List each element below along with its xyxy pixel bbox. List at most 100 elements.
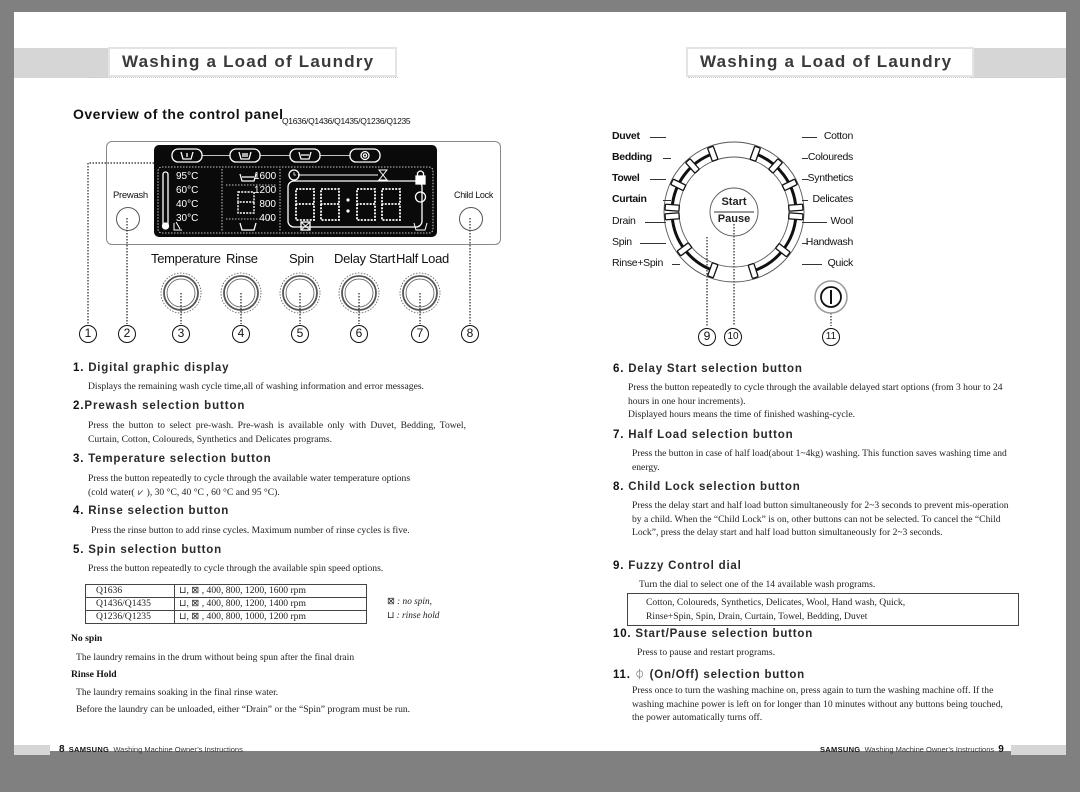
section-number: 9. bbox=[613, 560, 625, 572]
overview-title: Overview of the control panel bbox=[73, 106, 284, 122]
dial-program-label: Drain bbox=[612, 215, 636, 227]
section-3-body-line2b: ), 30 °C, 40 °C , 60 °C and 95 °C). bbox=[146, 486, 280, 498]
temp-30: 30°C bbox=[176, 213, 199, 224]
spin-400: 400 bbox=[259, 213, 276, 224]
dial-leader-line bbox=[802, 222, 828, 223]
dial-leader-line bbox=[672, 264, 680, 265]
section-1-title: 1. Digital graphic display bbox=[73, 362, 229, 374]
no-spin-icon: ⊠ bbox=[191, 611, 200, 622]
table-row: Q1236/Q1235 ⊔, ⊠ , 400, 800, 1000, 1200 r… bbox=[85, 610, 367, 624]
section-9-body: Turn the dial to select one of the 14 av… bbox=[639, 579, 876, 590]
section-3-title: 3. Temperature selection button bbox=[73, 453, 271, 465]
table-row: Q1636 ⊔, ⊠ , 400, 800, 1200, 1600 rpm bbox=[85, 584, 367, 598]
section-7-body: Press the button in case of half load(ab… bbox=[632, 448, 1007, 473]
dial-program-label: Quick bbox=[827, 257, 854, 269]
callout-10: 10 bbox=[724, 328, 742, 346]
section-8-body: Press the delay start and half load butt… bbox=[632, 500, 1009, 538]
callout-5: 5 bbox=[291, 325, 309, 343]
section-11-body: Press once to turn the washing machine o… bbox=[632, 685, 1003, 723]
footer-band-right bbox=[1011, 745, 1066, 755]
section-number: 1. bbox=[73, 362, 85, 374]
dial-program-label: Cotton bbox=[823, 130, 853, 142]
callout-9: 9 bbox=[698, 328, 716, 346]
speeds-text: , 400, 800, 1000, 1200 rpm bbox=[201, 611, 306, 622]
page-title-left: Washing a Load of Laundry bbox=[108, 47, 397, 77]
page-number-left: 8 bbox=[59, 744, 65, 755]
dial-leader-line bbox=[802, 243, 808, 244]
rinse-hold-icon: ⊔ bbox=[179, 611, 187, 622]
rinse-hold-title: Rinse Hold bbox=[71, 669, 117, 680]
dial-leader-line bbox=[662, 158, 671, 159]
dial-program-label: Bedding bbox=[612, 151, 652, 163]
prewash-button[interactable] bbox=[116, 207, 140, 231]
footer-right: SAMSUNG Washing Machine Owner’s Instruct… bbox=[820, 744, 1004, 755]
temperature-list: 95°C 60°C 40°C 30°C bbox=[176, 170, 198, 226]
section-5-title: 5. Spin selection button bbox=[73, 544, 222, 556]
section-number: 6. bbox=[613, 363, 625, 375]
callout-2: 2 bbox=[118, 325, 136, 343]
speeds-cell: ⊔, ⊠ , 400, 800, 1200, 1400 rpm bbox=[174, 597, 367, 611]
section-4-body: Press the rinse button to add rinse cycl… bbox=[91, 525, 410, 536]
no-spin-icon: ⊠ bbox=[191, 585, 200, 596]
brand-right: SAMSUNG bbox=[820, 745, 861, 754]
brand-left: SAMSUNG bbox=[68, 745, 110, 754]
temp-40: 40°C bbox=[176, 199, 199, 210]
section-number: 2. bbox=[73, 400, 85, 412]
callout-7: 7 bbox=[411, 325, 429, 343]
dial-program-label: Synthetics bbox=[807, 172, 854, 184]
half-load-label: Half Load bbox=[396, 251, 449, 266]
section-5-body: Press the button repeatedly to cycle thr… bbox=[88, 563, 384, 574]
section-11-title: 11. ⏀ (On/Off) selection button bbox=[613, 666, 805, 681]
rinse-hold-body-1: The laundry remains soaking in the final… bbox=[76, 687, 279, 698]
dial-leader-line bbox=[802, 137, 817, 138]
model-cell: Q1636 bbox=[85, 584, 175, 598]
section-heading: Spin selection button bbox=[88, 544, 222, 556]
spin-1200: 1200 bbox=[254, 185, 277, 196]
pause-label[interactable]: Pause bbox=[714, 213, 754, 225]
dial-program-label: Towel bbox=[612, 172, 640, 184]
overview-models: Q1636/Q1436/Q1435/Q1236/Q1235 bbox=[282, 116, 411, 126]
section-number: 4. bbox=[73, 505, 85, 517]
prewash-label: Prewash bbox=[113, 190, 148, 201]
section-3-body: Press the button repeatedly to cycle thr… bbox=[88, 472, 466, 499]
rinse-hold-body-2: Before the laundry can be unloaded, eith… bbox=[76, 704, 411, 715]
rinse-hold-icon: ⊔ bbox=[387, 611, 395, 621]
section-heading: (On/Off) selection button bbox=[649, 669, 806, 681]
start-label[interactable]: Start bbox=[716, 196, 752, 208]
temperature-label: Temperature bbox=[151, 251, 221, 266]
dial-program-label: Curtain bbox=[612, 193, 647, 205]
section-number: 5. bbox=[73, 544, 85, 556]
dial-program-label: Handwash bbox=[805, 236, 854, 248]
section-10-title: 10. Start/Pause selection button bbox=[613, 628, 813, 640]
section-heading: Digital graphic display bbox=[88, 362, 230, 374]
model-cell: Q1436/Q1435 bbox=[85, 597, 175, 611]
section-8-title: 8. Child Lock selection button bbox=[613, 481, 801, 493]
child-lock-button[interactable] bbox=[459, 207, 483, 231]
speeds-cell: ⊔, ⊠ , 400, 800, 1200, 1600 rpm bbox=[174, 584, 367, 598]
callout-3: 3 bbox=[172, 325, 190, 343]
delay-start-label: Delay Start bbox=[334, 251, 396, 266]
digital-graphic-display: 95°C 60°C 40°C 30°C 1600 1200 800 400 bbox=[154, 145, 437, 237]
section-10-body: Press to pause and restart programs. bbox=[637, 647, 776, 658]
dial-leader-line bbox=[802, 200, 808, 201]
spin-speed-table: Q1636 ⊔, ⊠ , 400, 800, 1200, 1600 rpm Q14… bbox=[85, 584, 367, 624]
section-2-body: Press the button to select pre-wash. Pre… bbox=[88, 420, 466, 445]
dial-leader-line bbox=[662, 200, 671, 201]
speeds-cell: ⊔, ⊠ , 400, 800, 1000, 1200 rpm bbox=[174, 610, 367, 624]
section-heading: Half Load selection button bbox=[628, 429, 794, 441]
temp-95: 95°C bbox=[176, 171, 199, 182]
section-heading: Rinse selection button bbox=[88, 505, 230, 517]
header-divider-left bbox=[88, 77, 398, 78]
dial-leader-line bbox=[650, 179, 666, 180]
power-icon: ⏀ bbox=[634, 670, 646, 681]
legend-no-spin: ⊠ : no spin, bbox=[387, 596, 432, 607]
section-4-title: 4. Rinse selection button bbox=[73, 505, 229, 517]
temp-60: 60°C bbox=[176, 185, 199, 196]
model-cell: Q1236/Q1235 bbox=[85, 610, 175, 624]
rinse-hold-icon: ⊔ bbox=[179, 598, 187, 609]
table-row: Q1436/Q1435 ⊔, ⊠ , 400, 800, 1200, 1400 r… bbox=[85, 597, 367, 611]
dial-program-label: Duvet bbox=[612, 130, 640, 142]
no-spin-title: No spin bbox=[71, 633, 103, 644]
section-number: 11. bbox=[613, 669, 631, 681]
callout-8: 8 bbox=[461, 325, 479, 343]
